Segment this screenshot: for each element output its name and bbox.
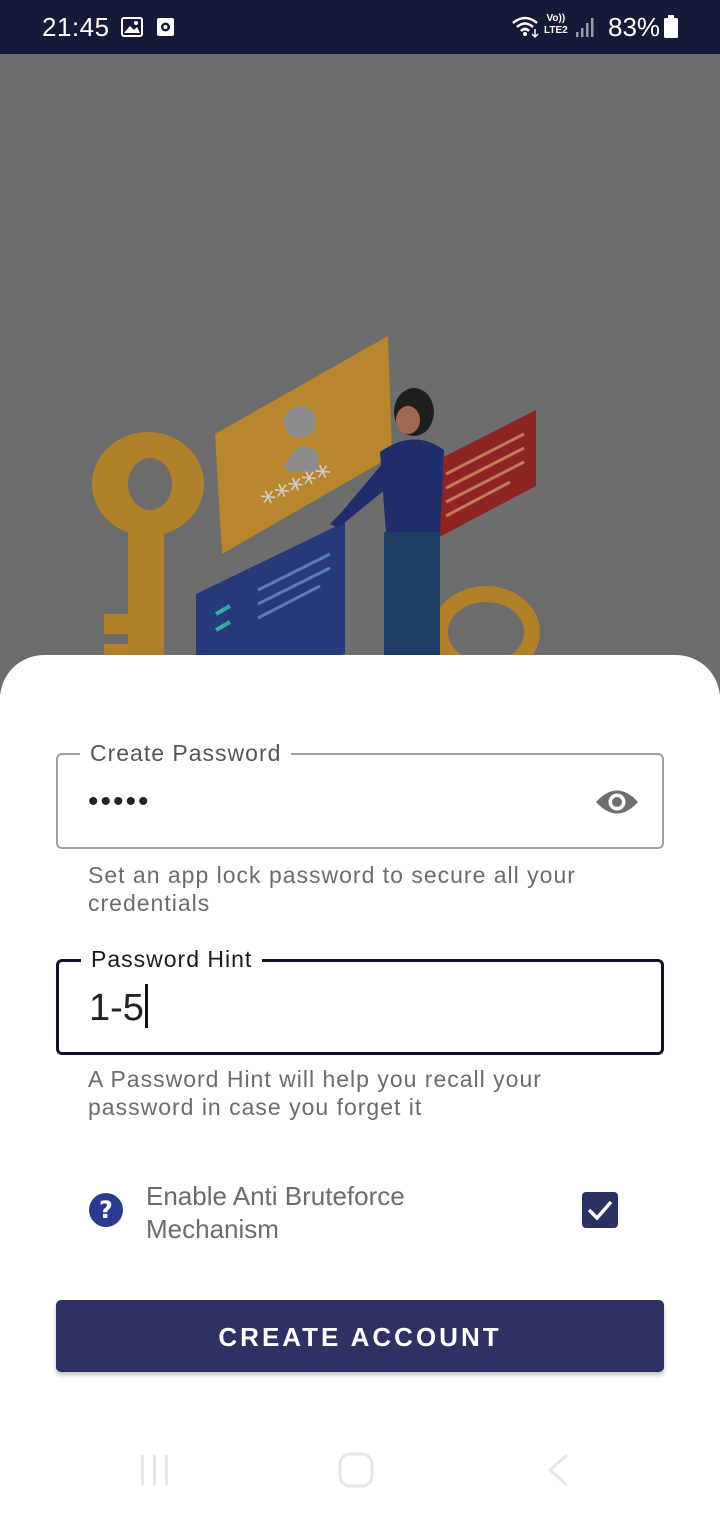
password-hint-helper: A Password Hint will help you recall you… (88, 1066, 542, 1120)
checkmark-icon (587, 1200, 613, 1221)
svg-text:?: ? (99, 1196, 113, 1224)
home-icon[interactable] (338, 1452, 374, 1488)
signal-icon (576, 18, 594, 37)
status-bar: 21:45 Vo)) LTE2 83% (0, 0, 720, 54)
login-card-illustration: ***** (215, 336, 392, 554)
password-hint-value-wrap: 1-5 (89, 984, 148, 1030)
help-icon[interactable]: ? (88, 1192, 124, 1228)
back-icon[interactable] (545, 1452, 571, 1488)
create-password-label: Create Password (80, 737, 292, 769)
text-caret (144, 984, 148, 1028)
hero-illustration: ***** (0, 54, 720, 694)
wifi-icon (512, 16, 539, 39)
password-hint-label: Password Hint (81, 943, 263, 975)
anti-bruteforce-checkbox[interactable] (582, 1192, 618, 1228)
eye-icon[interactable] (594, 785, 640, 819)
navigation-bar (0, 1430, 720, 1520)
password-hint-value: 1-5 (89, 987, 144, 1029)
battery-icon (664, 15, 678, 38)
security-illustration: ***** (92, 336, 540, 694)
create-password-value: ••••• (88, 785, 151, 818)
create-account-button[interactable]: CREATE ACCOUNT (56, 1300, 664, 1372)
recent-apps-icon[interactable] (138, 1452, 172, 1488)
create-password-helper: Set an app lock password to secure all y… (88, 862, 576, 916)
battery-percentage: 83% (608, 12, 661, 42)
gallery-icon (121, 17, 143, 37)
password-hint-field[interactable]: Password Hint 1-5 (56, 943, 664, 1055)
volte-indicator: Vo)) LTE2 (544, 13, 568, 36)
clock: 21:45 (42, 12, 110, 42)
anti-bruteforce-label: Enable Anti Bruteforce Mechanism (146, 1181, 405, 1244)
screen-recorder-icon (157, 18, 174, 36)
alert-panel-illustration (430, 410, 536, 542)
create-password-field[interactable]: Create Password ••••• (56, 737, 664, 849)
